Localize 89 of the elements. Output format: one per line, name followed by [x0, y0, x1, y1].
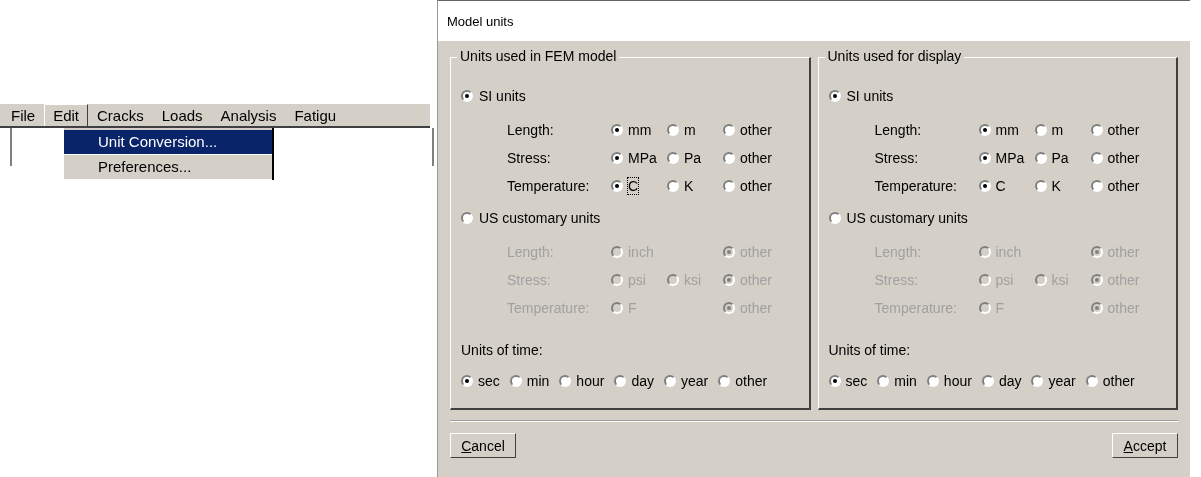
menu-item[interactable]: File — [2, 104, 45, 126]
radio-button[interactable] — [1034, 152, 1047, 164]
radio-button[interactable] — [667, 124, 679, 136]
radio-button[interactable] — [1085, 375, 1098, 387]
radio-button[interactable] — [614, 375, 627, 387]
radio-button[interactable] — [1031, 375, 1044, 387]
radio-button[interactable] — [981, 375, 994, 387]
radio-button[interactable] — [877, 375, 890, 387]
radio-button[interactable] — [611, 152, 623, 164]
option-label[interactable]: other — [1107, 122, 1140, 138]
option-label[interactable]: C — [628, 178, 639, 194]
option-label[interactable]: min — [526, 373, 550, 389]
radio-button[interactable] — [978, 180, 991, 192]
radio-button[interactable] — [723, 152, 735, 164]
radio-button[interactable] — [1090, 124, 1103, 136]
radio-button[interactable] — [667, 152, 679, 164]
radio-button[interactable] — [509, 375, 522, 387]
radio-button[interactable] — [828, 212, 841, 224]
dialog-button[interactable]: Accept — [1112, 433, 1178, 458]
option-label[interactable]: sec — [478, 373, 500, 389]
option-label[interactable]: m — [1051, 122, 1064, 138]
option-label[interactable]: hour — [943, 373, 972, 389]
field-label: Units of time: — [461, 342, 543, 358]
radio-button[interactable] — [461, 212, 473, 224]
option-label[interactable]: other — [1107, 150, 1140, 166]
option-label[interactable]: MPa — [628, 150, 657, 166]
option-label[interactable]: other — [1107, 178, 1140, 194]
group-title: Units used in FEM model — [457, 48, 620, 64]
menu-item[interactable]: Loads — [152, 104, 212, 126]
option-label[interactable]: K — [1051, 178, 1061, 194]
option-label[interactable]: mm — [995, 122, 1019, 138]
dialog-button[interactable]: Cancel — [450, 433, 516, 458]
radio-button[interactable] — [667, 180, 679, 192]
radio-button[interactable] — [828, 375, 841, 387]
menu-item[interactable]: Unit Conversion... — [64, 130, 272, 155]
radio-button[interactable] — [723, 180, 735, 192]
window-title: Model units — [438, 1, 1190, 41]
option-label[interactable]: other — [735, 373, 768, 389]
option-label[interactable]: SI units — [846, 88, 894, 104]
option-label[interactable]: Pa — [684, 150, 702, 166]
option-label[interactable]: MPa — [995, 150, 1025, 166]
radio-button[interactable] — [723, 124, 735, 136]
option-label[interactable]: m — [684, 122, 696, 138]
group-title: Units used for display — [824, 48, 965, 64]
option-label[interactable]: year — [680, 373, 709, 389]
radio-button[interactable] — [926, 375, 939, 387]
option-label[interactable]: Pa — [1051, 150, 1069, 166]
option-label[interactable]: day — [631, 373, 654, 389]
option-label[interactable]: other — [1102, 373, 1135, 389]
menu-item[interactable]: Analysis — [211, 104, 286, 126]
radio-button[interactable] — [1090, 180, 1103, 192]
radio-button[interactable] — [1034, 180, 1047, 192]
menu-item[interactable]: Cracks — [88, 104, 153, 126]
option-label[interactable]: other — [740, 122, 772, 138]
field-label: Units of time: — [828, 342, 911, 358]
option-label[interactable]: year — [1048, 373, 1076, 389]
radio-button[interactable] — [461, 90, 473, 102]
field-label: Length: — [507, 122, 555, 138]
radio-button[interactable] — [978, 152, 991, 164]
option-label[interactable]: other — [740, 150, 772, 166]
radio-button[interactable] — [559, 375, 572, 387]
field-label: Length: — [874, 122, 923, 138]
menu-item[interactable]: Edit — [44, 104, 89, 126]
radio-button[interactable] — [828, 90, 841, 102]
menu-item[interactable]: Fatigu — [285, 104, 346, 126]
option-label[interactable]: US customary units — [846, 210, 968, 226]
field-label: Stress: — [507, 150, 552, 166]
option-label[interactable]: sec — [845, 373, 868, 389]
field-label: Temperature: — [874, 178, 958, 194]
option-label[interactable]: US customary units — [479, 210, 601, 226]
field-label: Stress: — [874, 150, 920, 166]
radio-button[interactable] — [611, 180, 623, 192]
option-label[interactable]: mm — [628, 122, 652, 138]
option-label[interactable]: C — [995, 178, 1006, 194]
option-label[interactable]: hour — [576, 373, 605, 389]
option-label[interactable]: K — [684, 178, 694, 194]
menu-item[interactable]: Preferences... — [64, 155, 272, 180]
option-label[interactable]: other — [740, 178, 772, 194]
radio-button[interactable] — [718, 375, 731, 387]
radio-button[interactable] — [461, 375, 473, 387]
option-label[interactable]: min — [894, 373, 917, 389]
option-label[interactable]: day — [998, 373, 1022, 389]
radio-button[interactable] — [663, 375, 676, 387]
radio-button[interactable] — [611, 124, 623, 136]
radio-button[interactable] — [1034, 124, 1047, 136]
option-label[interactable]: SI units — [479, 88, 526, 104]
radio-button[interactable] — [1090, 152, 1103, 164]
field-label: Temperature: — [507, 178, 591, 194]
radio-button[interactable] — [978, 124, 991, 136]
